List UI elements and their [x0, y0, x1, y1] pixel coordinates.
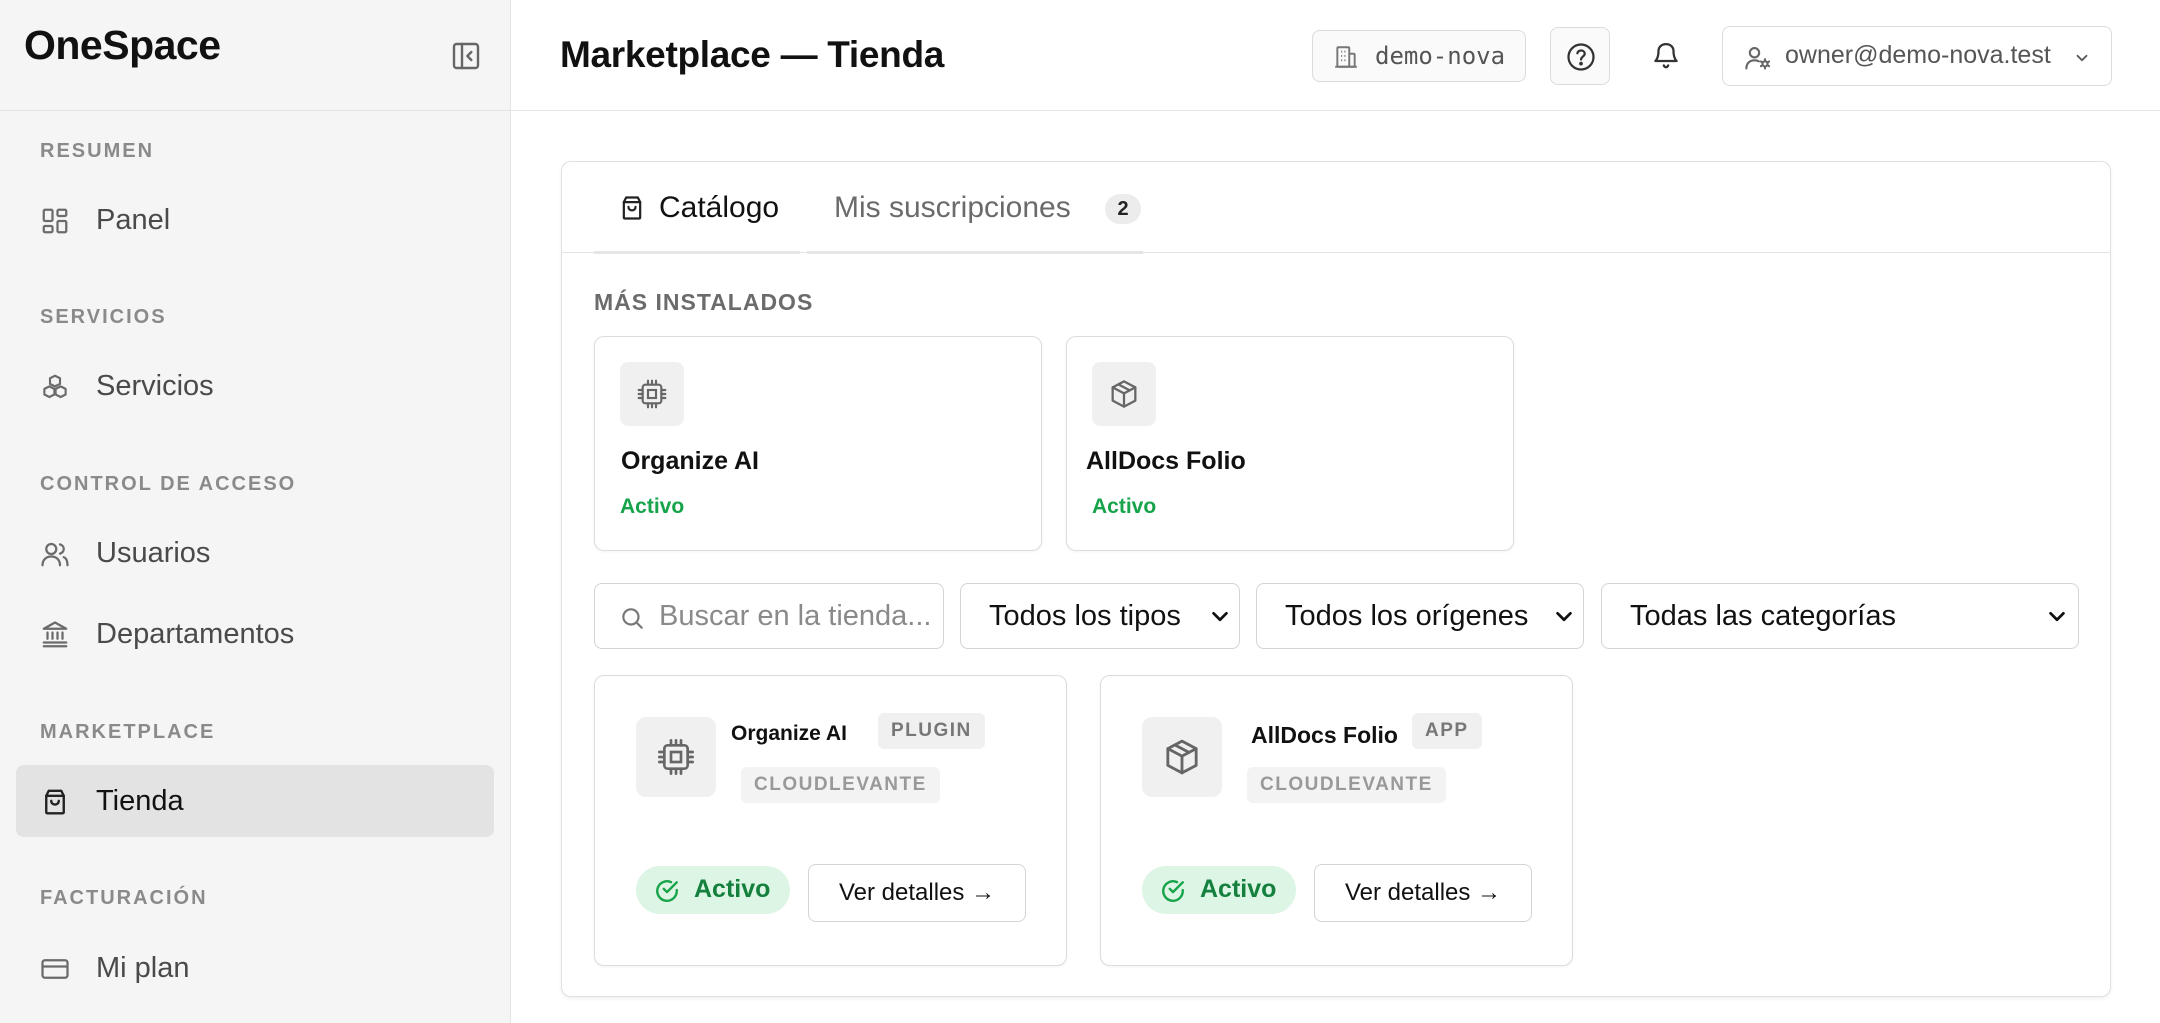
app-icon-container — [1092, 362, 1156, 426]
view-details-button[interactable]: Ver detalles → — [1314, 864, 1532, 922]
credit-card-icon — [40, 954, 70, 984]
sidebar-item-label: Tienda — [96, 784, 184, 817]
section-label-servicios: SERVICIOS — [40, 306, 167, 328]
shopping-bag-icon — [40, 787, 70, 817]
user-menu-button[interactable]: owner@demo-nova.test — [1722, 26, 2112, 86]
brand-logo: OneSpace — [24, 22, 221, 68]
category-filter-select[interactable]: Todas las categorías — [1601, 583, 2079, 649]
tab-mis-suscripciones[interactable]: Mis suscripciones 2 — [807, 162, 1143, 254]
tab-label: Catálogo — [659, 191, 780, 224]
status-text: Activo — [620, 495, 685, 518]
sidebar-item-usuarios[interactable]: Usuarios — [16, 517, 494, 589]
sidebar-item-tienda[interactable]: Tienda — [16, 765, 494, 837]
select-value: Todos los tipos — [989, 600, 1181, 632]
product-card: Organize AI PLUGIN CLOUDLEVANTE Activo V… — [594, 675, 1067, 966]
sidebar-item-servicios[interactable]: Servicios — [16, 350, 494, 422]
sidebar-item-departamentos[interactable]: Departamentos — [16, 598, 494, 670]
landmark-icon — [40, 620, 70, 650]
search-field[interactable] — [594, 583, 944, 649]
section-label-resumen: RESUMEN — [40, 140, 155, 162]
package-icon — [1166, 739, 1198, 775]
status-label: Activo — [694, 875, 771, 903]
help-icon — [1567, 43, 1595, 71]
product-icon-container — [1142, 717, 1222, 797]
chevron-down-icon — [2046, 606, 2068, 628]
status-label: Activo — [1200, 875, 1277, 903]
sidebar-item-mi-plan[interactable]: Mi plan — [16, 932, 494, 1004]
divider — [0, 110, 511, 111]
building-icon — [1333, 44, 1359, 70]
app-name: AllDocs Folio — [1086, 447, 1246, 475]
status-text: Activo — [1092, 495, 1157, 518]
vendor-tag: CLOUDLEVANTE — [741, 767, 940, 803]
notifications-bell-icon[interactable] — [1651, 40, 1681, 72]
package-icon — [1111, 380, 1137, 408]
check-circle-icon — [656, 880, 678, 902]
app-name: Organize AI — [621, 447, 759, 475]
section-heading-most-installed: MÁS INSTALADOS — [594, 289, 814, 315]
dashboard-icon — [40, 206, 70, 236]
chevron-down-icon — [1209, 606, 1231, 628]
product-icon-container — [636, 717, 716, 797]
type-filter-select[interactable]: Todos los tipos — [960, 583, 1240, 649]
chevron-down-icon — [2073, 49, 2091, 67]
sidebar: OneSpace RESUMEN Panel SERVICIOS Servici… — [0, 0, 511, 1023]
origin-filter-select[interactable]: Todos los orígenes — [1256, 583, 1584, 649]
type-tag: PLUGIN — [878, 713, 985, 749]
app-icon-container — [620, 362, 684, 426]
type-tag: APP — [1412, 713, 1482, 749]
sidebar-item-panel[interactable]: Panel — [16, 184, 494, 256]
count-badge: 2 — [1105, 194, 1141, 224]
page-title: Marketplace — Tienda — [560, 34, 945, 75]
tenant-label: demo-nova — [1375, 42, 1506, 70]
section-label-facturacion: FACTURACIÓN — [40, 887, 208, 909]
shopping-bag-icon — [618, 193, 646, 223]
boxes-icon — [40, 372, 70, 402]
marketplace-panel: Catálogo Mis suscripciones 2 MÁS INSTALA… — [561, 161, 2111, 997]
user-email: owner@demo-nova.test — [1785, 41, 2051, 69]
select-value: Todos los orígenes — [1285, 600, 1529, 632]
product-name: AllDocs Folio — [1251, 722, 1398, 748]
most-installed-card[interactable]: Organize AI Activo — [594, 336, 1042, 551]
users-icon — [40, 539, 70, 569]
sidebar-item-label: Mi plan — [96, 951, 190, 984]
search-input[interactable] — [659, 584, 939, 648]
status-badge: Activo — [636, 866, 790, 914]
section-label-control-acceso: CONTROL DE ACCESO — [40, 473, 297, 495]
sidebar-item-label: Usuarios — [96, 536, 211, 569]
product-card: AllDocs Folio APP CLOUDLEVANTE Activo Ve… — [1100, 675, 1573, 966]
help-button[interactable] — [1550, 27, 1610, 85]
cpu-icon — [637, 379, 667, 409]
select-value: Todas las categorías — [1630, 600, 1896, 632]
cpu-icon — [658, 739, 694, 775]
sidebar-item-label: Servicios — [96, 369, 214, 402]
product-name: Organize AI — [731, 722, 847, 745]
sidebar-item-label: Panel — [96, 203, 171, 236]
search-icon — [619, 605, 645, 631]
sidebar-item-label: Departamentos — [96, 617, 295, 650]
button-label: Ver detalles → — [1344, 879, 1502, 906]
most-installed-card[interactable]: AllDocs Folio Activo — [1066, 336, 1514, 551]
chevron-down-icon — [1553, 606, 1575, 628]
status-badge: Activo — [1142, 866, 1296, 914]
section-label-marketplace: MARKETPLACE — [40, 721, 216, 743]
collapse-sidebar-icon[interactable] — [450, 40, 482, 72]
tab-label: Mis suscripciones — [834, 191, 1071, 224]
view-details-button[interactable]: Ver detalles → — [808, 864, 1026, 922]
divider — [511, 110, 2160, 111]
check-circle-icon — [1162, 880, 1184, 902]
button-label: Ver detalles → — [838, 879, 996, 906]
user-settings-icon — [1744, 44, 1772, 72]
tab-catalogo[interactable]: Catálogo — [594, 162, 800, 254]
tenant-switcher[interactable]: demo-nova — [1312, 30, 1526, 82]
vendor-tag: CLOUDLEVANTE — [1247, 767, 1446, 803]
